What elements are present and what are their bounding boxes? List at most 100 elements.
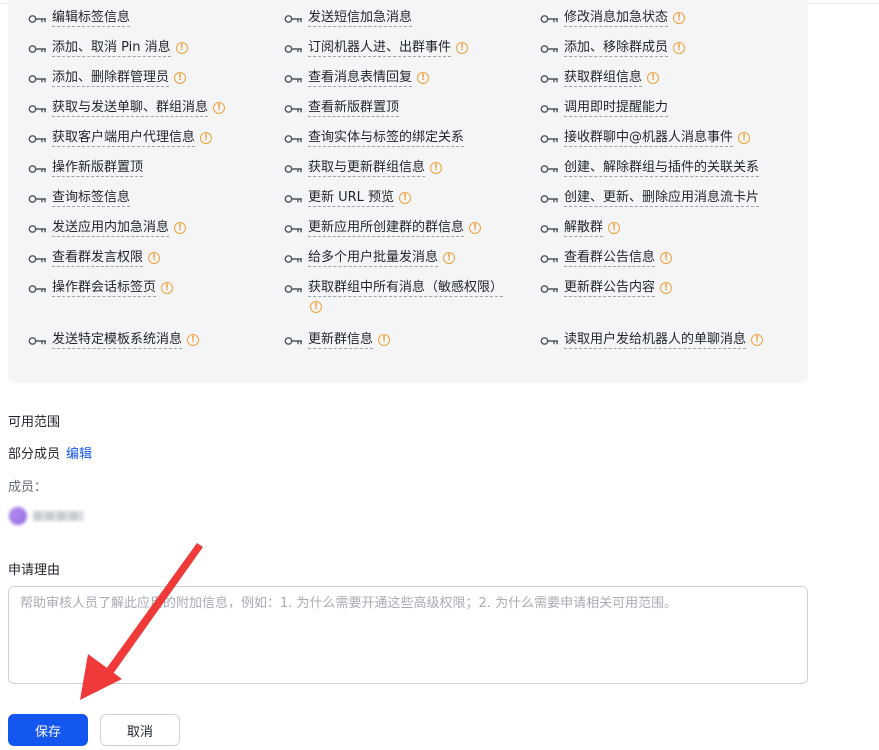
key-icon — [284, 283, 304, 293]
permission-label: 查看新版群置顶 — [308, 100, 400, 117]
key-icon — [284, 73, 304, 83]
key-icon — [28, 253, 48, 263]
scope-section-title: 可用范围 — [8, 415, 61, 430]
permission-item: 获取客户端用户代理信息! — [28, 129, 213, 147]
info-icon[interactable]: ! — [378, 334, 391, 346]
save-button[interactable]: 保存 — [8, 714, 88, 746]
info-icon[interactable]: ! — [399, 192, 412, 204]
info-icon[interactable]: ! — [310, 301, 322, 313]
permission-label: 添加、移除群成员 — [564, 40, 669, 57]
info-icon[interactable]: ! — [660, 282, 673, 294]
key-icon — [28, 283, 48, 293]
permission-label: 更新群信息 — [308, 332, 374, 349]
key-icon — [540, 163, 560, 173]
info-icon[interactable]: ! — [161, 282, 174, 294]
info-icon[interactable]: ! — [175, 42, 188, 54]
scope-edit-link[interactable]: 编辑 — [66, 447, 92, 462]
permission-label: 发送特定模板系统消息 — [52, 332, 183, 349]
permission-label: 更新群公告内容 — [564, 280, 656, 297]
info-icon[interactable]: ! — [187, 334, 200, 346]
key-icon — [540, 133, 560, 143]
info-icon[interactable]: ! — [673, 42, 686, 54]
permission-item: 创建、解除群组与插件的关联关系 — [540, 159, 760, 177]
permission-label: 更新应用所创建群的群信息 — [308, 220, 465, 237]
permission-item: 查看新版群置顶 — [284, 99, 400, 117]
info-icon[interactable]: ! — [174, 72, 187, 84]
key-icon — [540, 335, 560, 345]
key-icon — [540, 103, 560, 113]
key-icon — [28, 223, 48, 233]
info-icon[interactable]: ! — [673, 12, 686, 24]
permission-label: 修改消息加急状态 — [564, 10, 669, 27]
permission-label: 编辑标签信息 — [52, 10, 131, 27]
permission-label: 操作群会话标签页 — [52, 280, 157, 297]
key-icon — [284, 253, 304, 263]
key-icon — [284, 103, 304, 113]
key-icon — [284, 43, 304, 53]
key-icon — [540, 193, 560, 203]
permission-item: 发送短信加急消息 — [284, 9, 413, 27]
key-icon — [284, 335, 304, 345]
permission-item: 调用即时提醒能力 — [540, 99, 669, 117]
permission-label: 获取群组中所有消息（敏感权限） — [308, 280, 504, 297]
permission-item: 更新群公告内容! — [540, 279, 673, 297]
info-icon[interactable]: ! — [430, 162, 443, 174]
info-icon[interactable]: ! — [647, 72, 660, 84]
info-icon[interactable]: ! — [751, 334, 764, 346]
permission-item: 给多个用户批量发消息! — [284, 249, 456, 267]
info-icon[interactable]: ! — [443, 252, 456, 264]
permission-item: 发送特定模板系统消息! — [28, 331, 200, 349]
permission-label: 创建、更新、删除应用消息流卡片 — [564, 190, 760, 207]
permission-label: 更新 URL 预览 — [308, 190, 395, 207]
permission-item: 解散群! — [540, 219, 621, 237]
info-icon[interactable]: ! — [417, 72, 430, 84]
member-chip-blurred — [9, 506, 85, 526]
permission-label: 发送应用内加急消息 — [52, 220, 170, 237]
permission-list-panel: 编辑标签信息 发送短信加急消息 修改消息加急状态! 添加、取消 Pin 消息! 订阅机器… — [8, 0, 808, 383]
permission-label: 查询标签信息 — [52, 190, 131, 207]
key-icon — [540, 253, 560, 263]
permission-label: 查看群发言权限 — [52, 250, 144, 267]
key-icon — [28, 103, 48, 113]
key-icon — [284, 13, 304, 23]
permission-item: 查看消息表情回复! — [284, 69, 430, 87]
permission-item: 获取群组中所有消息（敏感权限）! — [284, 279, 504, 313]
permission-item: 添加、删除群管理员! — [28, 69, 187, 87]
permission-item: 查询实体与标签的绑定关系 — [284, 129, 465, 147]
reason-textarea[interactable] — [8, 586, 808, 684]
permission-label: 添加、取消 Pin 消息 — [52, 40, 171, 57]
permission-item: 更新 URL 预览! — [284, 189, 412, 207]
info-icon[interactable]: ! — [738, 132, 751, 144]
info-icon[interactable]: ! — [608, 222, 621, 234]
key-icon — [540, 73, 560, 83]
key-icon — [540, 223, 560, 233]
permission-label: 查看群公告信息 — [564, 250, 656, 267]
info-icon[interactable]: ! — [660, 252, 673, 264]
reason-section-title: 申请理由 — [8, 563, 61, 578]
permission-item: 创建、更新、删除应用消息流卡片 — [540, 189, 760, 207]
cancel-button[interactable]: 取消 — [100, 714, 180, 746]
info-icon[interactable]: ! — [174, 222, 187, 234]
permission-item: 接收群聊中@机器人消息事件! — [540, 129, 751, 147]
permission-label: 查询实体与标签的绑定关系 — [308, 130, 465, 147]
permission-item: 更新应用所创建群的群信息! — [284, 219, 482, 237]
info-icon[interactable]: ! — [469, 222, 482, 234]
key-icon — [28, 193, 48, 203]
info-icon[interactable]: ! — [456, 42, 469, 54]
permission-item: 获取群组信息! — [540, 69, 660, 87]
key-icon — [284, 163, 304, 173]
permission-label: 获取与发送单聊、群组消息 — [52, 100, 209, 117]
permission-label: 接收群聊中@机器人消息事件 — [564, 130, 734, 147]
info-icon[interactable]: ! — [200, 132, 213, 144]
permission-label: 读取用户发给机器人的单聊消息 — [564, 332, 747, 349]
permission-label: 给多个用户批量发消息 — [308, 250, 439, 267]
key-icon — [284, 133, 304, 143]
info-icon[interactable]: ! — [213, 102, 226, 114]
info-icon[interactable]: ! — [148, 252, 161, 264]
permission-item: 查询标签信息 — [28, 189, 131, 207]
permission-item: 查看群发言权限! — [28, 249, 161, 267]
key-icon — [540, 43, 560, 53]
permission-label: 解散群 — [564, 220, 604, 237]
permission-item: 修改消息加急状态! — [540, 9, 686, 27]
permission-label: 发送短信加急消息 — [308, 10, 413, 27]
